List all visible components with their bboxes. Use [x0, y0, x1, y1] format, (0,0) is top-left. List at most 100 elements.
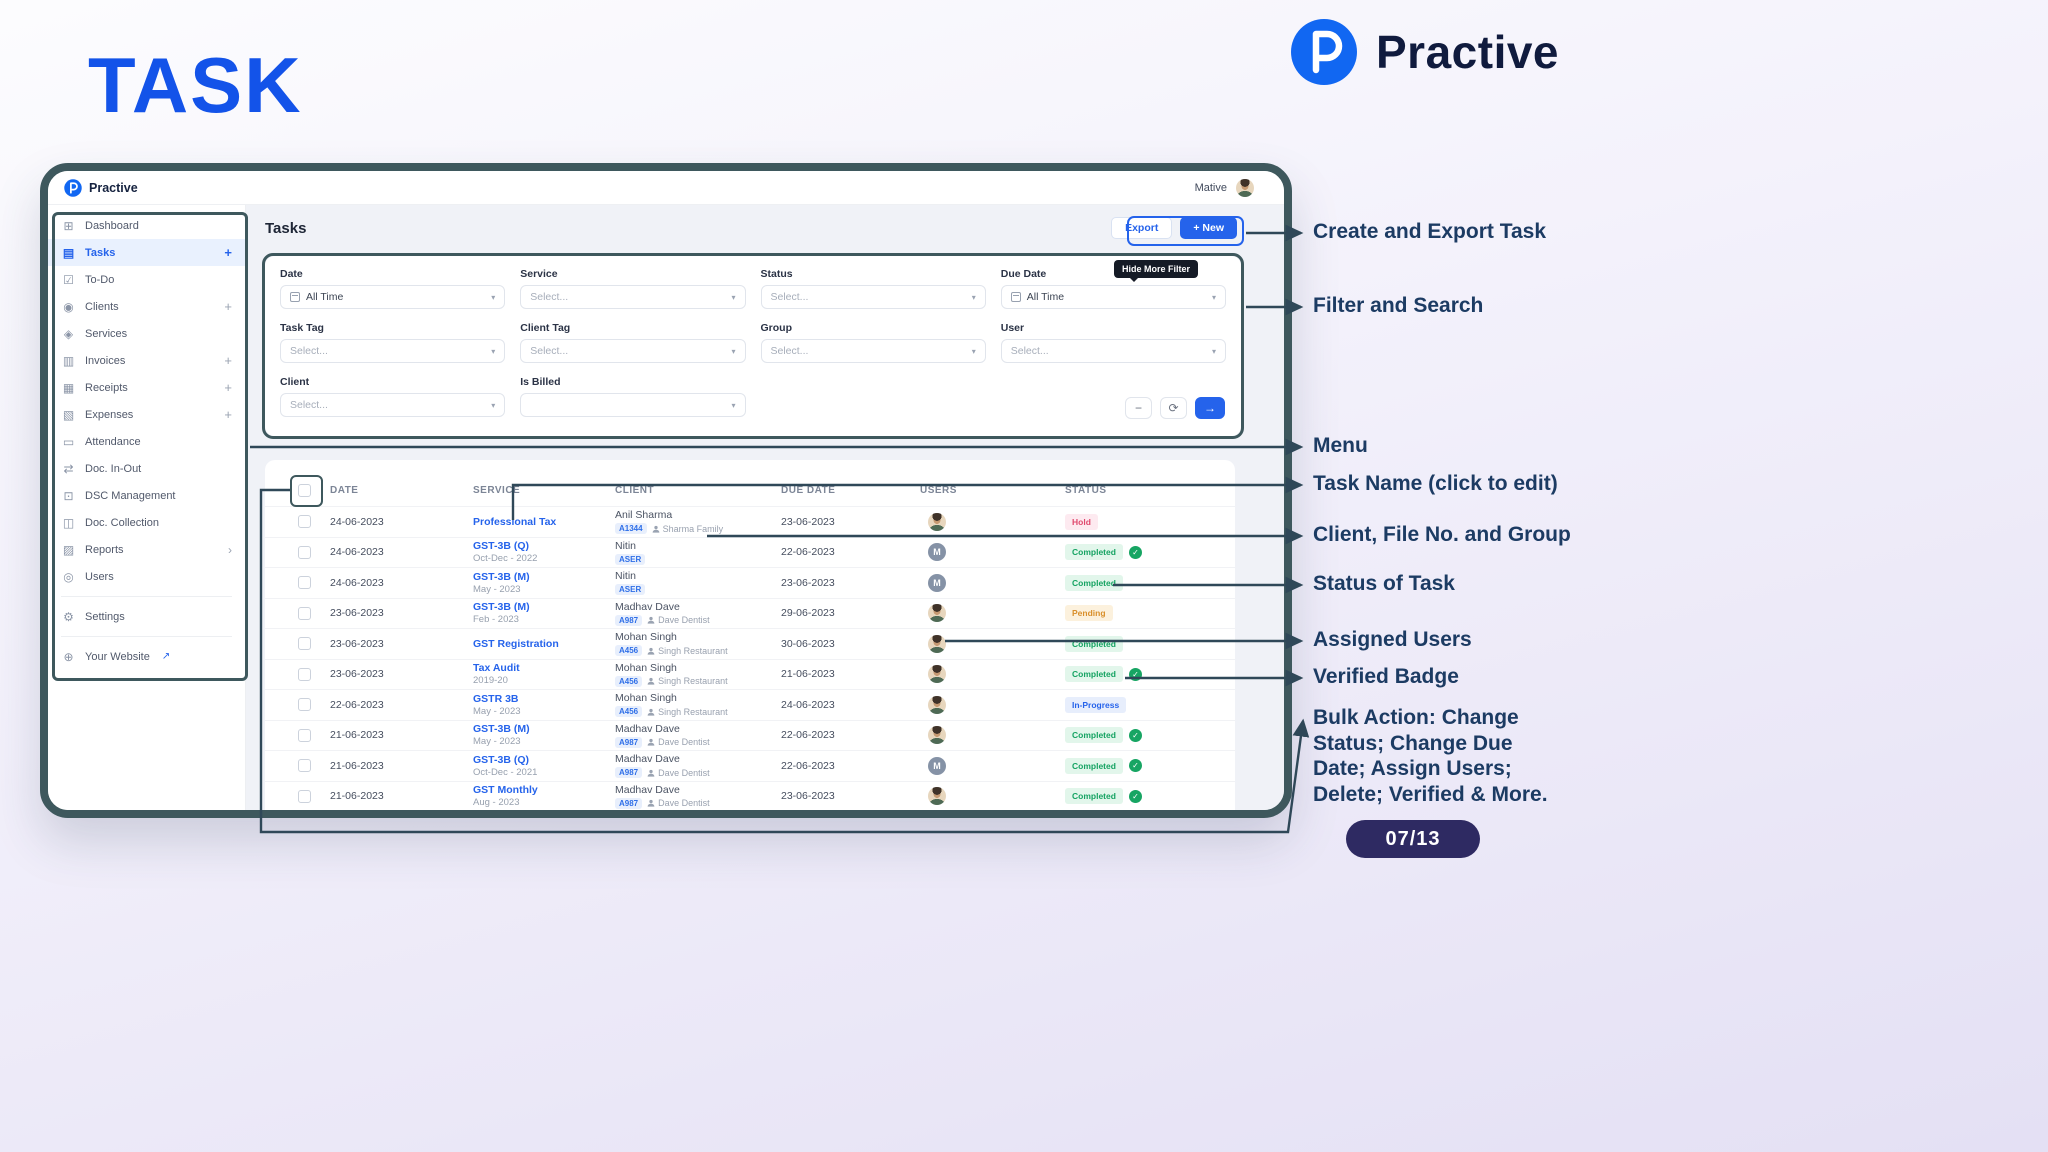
- annotation-verified-badge: Verified Badge: [1313, 665, 1459, 689]
- filter-due-date-select[interactable]: All Time ▾: [1000, 285, 1226, 309]
- sidebar-item-dsc-management[interactable]: ⊡ DSC Management: [48, 482, 245, 509]
- collapse-filters-button[interactable]: −: [1125, 397, 1152, 419]
- row-checkbox[interactable]: [298, 759, 311, 773]
- table-row[interactable]: 21-06-2023 GST-3B (Q) Oct-Dec - 2021 Madhav…: [265, 750, 1235, 781]
- poster: TASK Practive Practive Mative ⊞ Dashboar…: [0, 0, 2048, 1152]
- client-group: Singh Restaurant: [647, 676, 728, 686]
- filter-user-select[interactable]: Select... ▾: [1000, 339, 1226, 363]
- table-row[interactable]: 24-06-2023 GST-3B (Q) Oct-Dec - 2022 Nitin A…: [265, 536, 1235, 568]
- client-group: Dave Dentist: [647, 798, 710, 808]
- task-name-link[interactable]: GST Registration: [473, 638, 615, 650]
- filter-task-tag-select[interactable]: Select... ▾: [280, 339, 506, 363]
- sidebar-item-expenses[interactable]: ▧ Expenses +: [48, 401, 245, 428]
- filter-is-billed-select[interactable]: ▾: [520, 393, 746, 417]
- chevron-down-icon: ▾: [491, 292, 496, 302]
- annotation-client-group: Client, File No. and Group: [1313, 523, 1571, 547]
- column-header-due-date: DUE DATE: [781, 484, 836, 496]
- table-row[interactable]: 23-06-2023 Tax Audit 2019-20 Mohan Singh A45…: [265, 658, 1235, 690]
- task-name-link[interactable]: GST-3B (M): [473, 723, 615, 735]
- add-icon[interactable]: +: [224, 299, 232, 314]
- filter-client-tag-select[interactable]: Select... ▾: [520, 339, 746, 363]
- sidebar-item-settings[interactable]: ⚙ Settings: [48, 603, 245, 630]
- sidebar-item-doc-collection[interactable]: ◫ Doc. Collection: [48, 509, 245, 536]
- add-icon[interactable]: +: [224, 245, 232, 260]
- add-icon[interactable]: +: [224, 407, 232, 422]
- select-all-checkbox[interactable]: [298, 483, 311, 497]
- due-date: 23-06-2023: [781, 790, 835, 803]
- task-name-link[interactable]: Tax Audit: [473, 662, 615, 674]
- task-name-link[interactable]: GST-3B (M): [473, 571, 615, 583]
- task-name-link[interactable]: Professional Tax: [473, 516, 615, 528]
- user-avatar: [928, 695, 946, 714]
- add-icon[interactable]: +: [224, 380, 232, 395]
- apply-filters-button[interactable]: →: [1195, 397, 1225, 419]
- sidebar-item-receipts[interactable]: ▦ Receipts +: [48, 374, 245, 401]
- row-checkbox[interactable]: [298, 667, 311, 681]
- row-checkbox[interactable]: [298, 606, 311, 620]
- sidebar-item-services[interactable]: ◈ Services: [48, 320, 245, 347]
- table-row[interactable]: 23-06-2023 GST Registration Mohan Singh A45…: [265, 628, 1235, 659]
- row-checkbox[interactable]: [298, 515, 311, 529]
- sidebar-item-reports[interactable]: ▨ Reports ›: [48, 536, 245, 563]
- row-checkbox[interactable]: [298, 545, 311, 559]
- refresh-icon[interactable]: ⟳: [1160, 397, 1187, 419]
- due-date: 23-06-2023: [781, 576, 835, 589]
- table-row[interactable]: 24-06-2023 Professional Tax Anil Sharma A13…: [265, 506, 1235, 537]
- chevron-down-icon: ▾: [731, 292, 736, 302]
- table-row[interactable]: 23-06-2023 GST-3B (M) Feb - 2023 Madhav Dav…: [265, 597, 1235, 629]
- table-row[interactable]: 21-06-2023 GST-3B (M) May - 2023 Madhav Dav…: [265, 719, 1235, 751]
- new-task-button[interactable]: + New: [1180, 217, 1237, 239]
- row-checkbox[interactable]: [298, 728, 311, 742]
- sidebar-item-dashboard[interactable]: ⊞ Dashboard: [48, 212, 245, 239]
- task-table: DATE SERVICE CLIENT DUE DATE USERS STATU…: [265, 460, 1235, 810]
- task-name-link[interactable]: GST Monthly: [473, 784, 615, 796]
- client-name: Madhav Dave: [615, 753, 680, 766]
- table-row[interactable]: 22-06-2023 GSTR 3B May - 2023 Mohan Singh A4…: [265, 689, 1235, 720]
- account-name[interactable]: Mative: [1195, 182, 1227, 194]
- export-button[interactable]: Export: [1111, 217, 1173, 239]
- sidebar-item-tasks[interactable]: ▤ Tasks +: [48, 239, 245, 266]
- group-icon: [647, 708, 655, 716]
- sidebar-item-doc-in-out[interactable]: ⇄ Doc. In-Out: [48, 455, 245, 482]
- chevron-down-icon: ▾: [731, 346, 736, 356]
- sidebar-item-to-do[interactable]: ☑ To-Do: [48, 266, 245, 293]
- practive-logo-icon: [64, 178, 82, 197]
- row-checkbox[interactable]: [298, 789, 311, 803]
- task-date: 24-06-2023: [330, 546, 384, 559]
- task-name-link[interactable]: GST-3B (M): [473, 601, 615, 613]
- group-icon: [647, 647, 655, 655]
- filter-status-select[interactable]: Select... ▾: [760, 285, 986, 309]
- task-date: 23-06-2023: [330, 607, 384, 620]
- status-badge: Completed: [1065, 757, 1123, 774]
- task-name-link[interactable]: GST-3B (Q): [473, 754, 615, 766]
- row-checkbox[interactable]: [298, 698, 311, 712]
- table-row[interactable]: 21-06-2023 GST Monthly Aug - 2023 Madhav Da…: [265, 780, 1235, 811]
- receipts-icon: ▦: [62, 380, 75, 395]
- verified-badge-icon: ✓: [1128, 545, 1142, 559]
- sidebar-item-your-website[interactable]: ⊕ Your Website ↗: [48, 643, 245, 670]
- sidebar-item-invoices[interactable]: ▥ Invoices +: [48, 347, 245, 374]
- user-avatar: [928, 604, 946, 623]
- account-avatar[interactable]: [1236, 178, 1254, 197]
- add-icon[interactable]: +: [224, 353, 232, 368]
- app-topbar: Practive Mative: [48, 171, 1284, 205]
- table-row[interactable]: 24-06-2023 GST-3B (M) May - 2023 Nitin ASER 2…: [265, 567, 1235, 598]
- sidebar-item-clients[interactable]: ◉ Clients +: [48, 293, 245, 320]
- filter-label: Client: [280, 376, 310, 388]
- filter-date-select[interactable]: All Time ▾: [280, 285, 506, 309]
- group-icon: [647, 617, 655, 624]
- row-checkbox[interactable]: [298, 576, 311, 590]
- filter-client-select[interactable]: Select... ▾: [280, 393, 506, 417]
- filter-service-select[interactable]: Select... ▾: [520, 285, 746, 309]
- sidebar-item-users[interactable]: ◎ Users: [48, 563, 245, 590]
- sidebar-item-label: Expenses: [85, 408, 134, 421]
- sidebar-item-attendance[interactable]: ▭ Attendance: [48, 428, 245, 455]
- row-checkbox[interactable]: [298, 637, 311, 651]
- chevron-down-icon: ▾: [491, 400, 496, 410]
- task-name-link[interactable]: GST-3B (Q): [473, 540, 615, 552]
- filter-group-select[interactable]: Select... ▾: [760, 339, 986, 363]
- task-name-link[interactable]: GSTR 3B: [473, 693, 615, 705]
- due-date: 29-06-2023: [781, 607, 835, 620]
- filter-value: All Time: [306, 291, 344, 303]
- sidebar-divider: [61, 636, 232, 637]
